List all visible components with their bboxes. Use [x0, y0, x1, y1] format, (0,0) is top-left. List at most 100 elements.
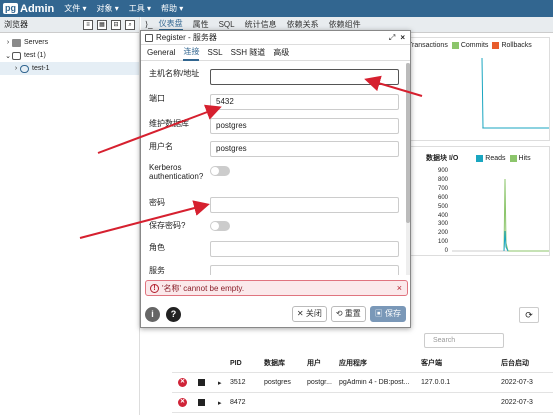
host-label: 主机名称/地址	[149, 69, 200, 78]
terminate-icon[interactable]: ✕	[178, 398, 187, 407]
error-icon: !	[150, 283, 159, 293]
session-search-input[interactable]: Search	[424, 333, 504, 348]
stop-icon[interactable]	[198, 379, 205, 386]
tab-statistics[interactable]: 统计信息	[245, 19, 277, 30]
logo-pg: pg	[3, 3, 18, 14]
host-input[interactable]	[210, 69, 399, 85]
field-username: 用户名 postgres	[149, 139, 401, 159]
toggle-knob	[211, 167, 219, 175]
reset-button[interactable]: ⟲ 重置	[330, 306, 366, 322]
chevron-down-icon[interactable]: ⌄	[4, 52, 12, 60]
table-row: ✕ ▸ 3512 postgres postgr... pgAdmin 4 - …	[172, 373, 553, 393]
service-label: 服务	[149, 266, 165, 275]
form-scrollbar-thumb[interactable]	[406, 63, 410, 223]
logo-admin: Admin	[20, 2, 55, 15]
dialog-footer: i ? ✕ 关闭 ⟲ 重置 ▣ 保存	[141, 301, 410, 327]
tab-general[interactable]: General	[147, 46, 175, 59]
tab-advanced[interactable]: 高级	[273, 45, 289, 60]
save-password-toggle[interactable]	[210, 221, 230, 231]
tab-nav-icon[interactable]: ⟩_	[145, 20, 153, 29]
port-input[interactable]: 5432	[210, 94, 399, 110]
cell-user: postgr...	[307, 379, 332, 386]
maintenance-db-input[interactable]: postgres	[210, 118, 399, 134]
field-role: 角色	[149, 239, 401, 259]
expand-icon[interactable]: ▸	[212, 399, 230, 407]
col-database[interactable]: 数据库	[264, 358, 307, 368]
sessions-table: PID 数据库 用户 应用程序 客户端 后台启动 ✕ ▸ 3512 postgr…	[172, 354, 553, 413]
tree-item-label: Servers	[24, 39, 49, 46]
chevron-right-icon[interactable]: ›	[12, 65, 20, 72]
refresh-button[interactable]: ⟳	[519, 307, 539, 323]
toggle-knob	[211, 222, 219, 230]
menu-file[interactable]: 文件 ▾	[64, 3, 86, 14]
cancel-query-cell: ✕	[172, 398, 190, 407]
col-backend-start[interactable]: 后台启动	[501, 358, 553, 368]
dialog-title: Register - 服务器	[156, 33, 217, 42]
info-button[interactable]: i	[145, 306, 160, 322]
tree-item-label: test (1)	[24, 52, 46, 59]
field-service: 服务	[149, 262, 401, 275]
tps-series-transactions	[481, 57, 549, 129]
io-chart-panel: 数据块 I/O Reads Hits 900 800 700 600 500 4…	[405, 146, 550, 256]
expand-icon[interactable]: ⤢	[389, 33, 395, 43]
tree-item-test[interactable]: ⌄ test (1)	[0, 49, 139, 62]
username-input[interactable]: postgres	[210, 141, 399, 157]
search-icon[interactable]: ⌕	[125, 19, 135, 30]
postgres-server-icon	[20, 64, 29, 73]
stop-cell	[190, 379, 212, 386]
save-button[interactable]: ▣ 保存	[369, 306, 406, 322]
database-icon[interactable]: ≡	[83, 19, 93, 30]
table-header-row: PID 数据库 用户 应用程序 客户端 后台启动	[172, 354, 553, 373]
tree-item-servers[interactable]: › Servers	[0, 36, 139, 49]
cell-database: postgres	[264, 379, 291, 386]
service-input[interactable]	[210, 265, 399, 275]
role-label: 角色	[149, 243, 165, 252]
close-icon[interactable]: ×	[400, 33, 405, 42]
menu-tools[interactable]: 工具 ▾	[129, 3, 151, 14]
menubar: pg Admin 文件 ▾ 对象 ▾ 工具 ▾ 帮助 ▾	[0, 0, 553, 17]
tree-item-test-1[interactable]: › test-1	[0, 62, 139, 75]
chevron-right-icon[interactable]: ›	[4, 39, 12, 46]
menu-help[interactable]: 帮助 ▾	[161, 3, 183, 14]
help-button[interactable]: ?	[166, 306, 181, 322]
tab-properties[interactable]: 属性	[193, 19, 209, 30]
tab-ssl[interactable]: SSL	[207, 46, 222, 59]
menu-object[interactable]: 对象 ▾	[96, 3, 118, 14]
cell-pid: 3512	[230, 379, 246, 386]
tab-connection[interactable]: 连接	[183, 44, 200, 61]
dialog-titlebar[interactable]: Register - 服务器 ⤢ ×	[141, 31, 410, 45]
col-user[interactable]: 用户	[307, 358, 339, 368]
cell-backend-start: 2022-07-3	[501, 379, 533, 386]
field-password: 密码	[149, 195, 401, 215]
col-pid[interactable]: PID	[230, 360, 264, 367]
cell-pid: 8472	[230, 399, 246, 406]
close-error-icon[interactable]: ×	[397, 283, 402, 293]
field-maintenance-db: 维护数据库 postgres	[149, 116, 401, 136]
kerberos-toggle[interactable]	[210, 166, 230, 176]
error-message: '名称' cannot be empty.	[162, 283, 245, 293]
table-icon[interactable]: ▦	[97, 19, 107, 30]
tab-ssh-tunnel[interactable]: SSH 隧道	[231, 45, 266, 60]
terminate-icon[interactable]: ✕	[178, 378, 187, 387]
field-save-password: 保存密码?	[149, 219, 401, 237]
pgadmin-logo: pg Admin	[3, 3, 54, 15]
tab-dependencies[interactable]: 依赖关系	[287, 19, 319, 30]
stop-icon[interactable]	[198, 399, 205, 406]
cancel-query-cell: ✕	[172, 378, 190, 387]
tab-sql[interactable]: SQL	[219, 20, 235, 29]
io-series-hits	[503, 178, 549, 252]
field-port: 端口 5432	[149, 92, 401, 112]
save-password-label: 保存密码?	[149, 221, 186, 230]
col-application[interactable]: 应用程序	[339, 358, 421, 368]
username-label: 用户名	[149, 142, 173, 151]
close-button[interactable]: ✕ 关闭	[291, 306, 327, 322]
tab-dependents[interactable]: 依赖组件	[329, 19, 361, 30]
role-input[interactable]	[210, 241, 399, 257]
server-group-icon	[12, 51, 21, 60]
tps-chart-panel: Transactions Commits Rollbacks	[405, 37, 550, 141]
password-input[interactable]	[210, 197, 399, 213]
expand-icon[interactable]: ▸	[212, 379, 230, 387]
query-tool-icon[interactable]: ⊟	[111, 19, 121, 30]
browser-panel: 浏览器 ≡ ▦ ⊟ ⌕ › Servers ⌄ test (1) › test-…	[0, 17, 140, 415]
col-client[interactable]: 客户端	[421, 358, 501, 368]
